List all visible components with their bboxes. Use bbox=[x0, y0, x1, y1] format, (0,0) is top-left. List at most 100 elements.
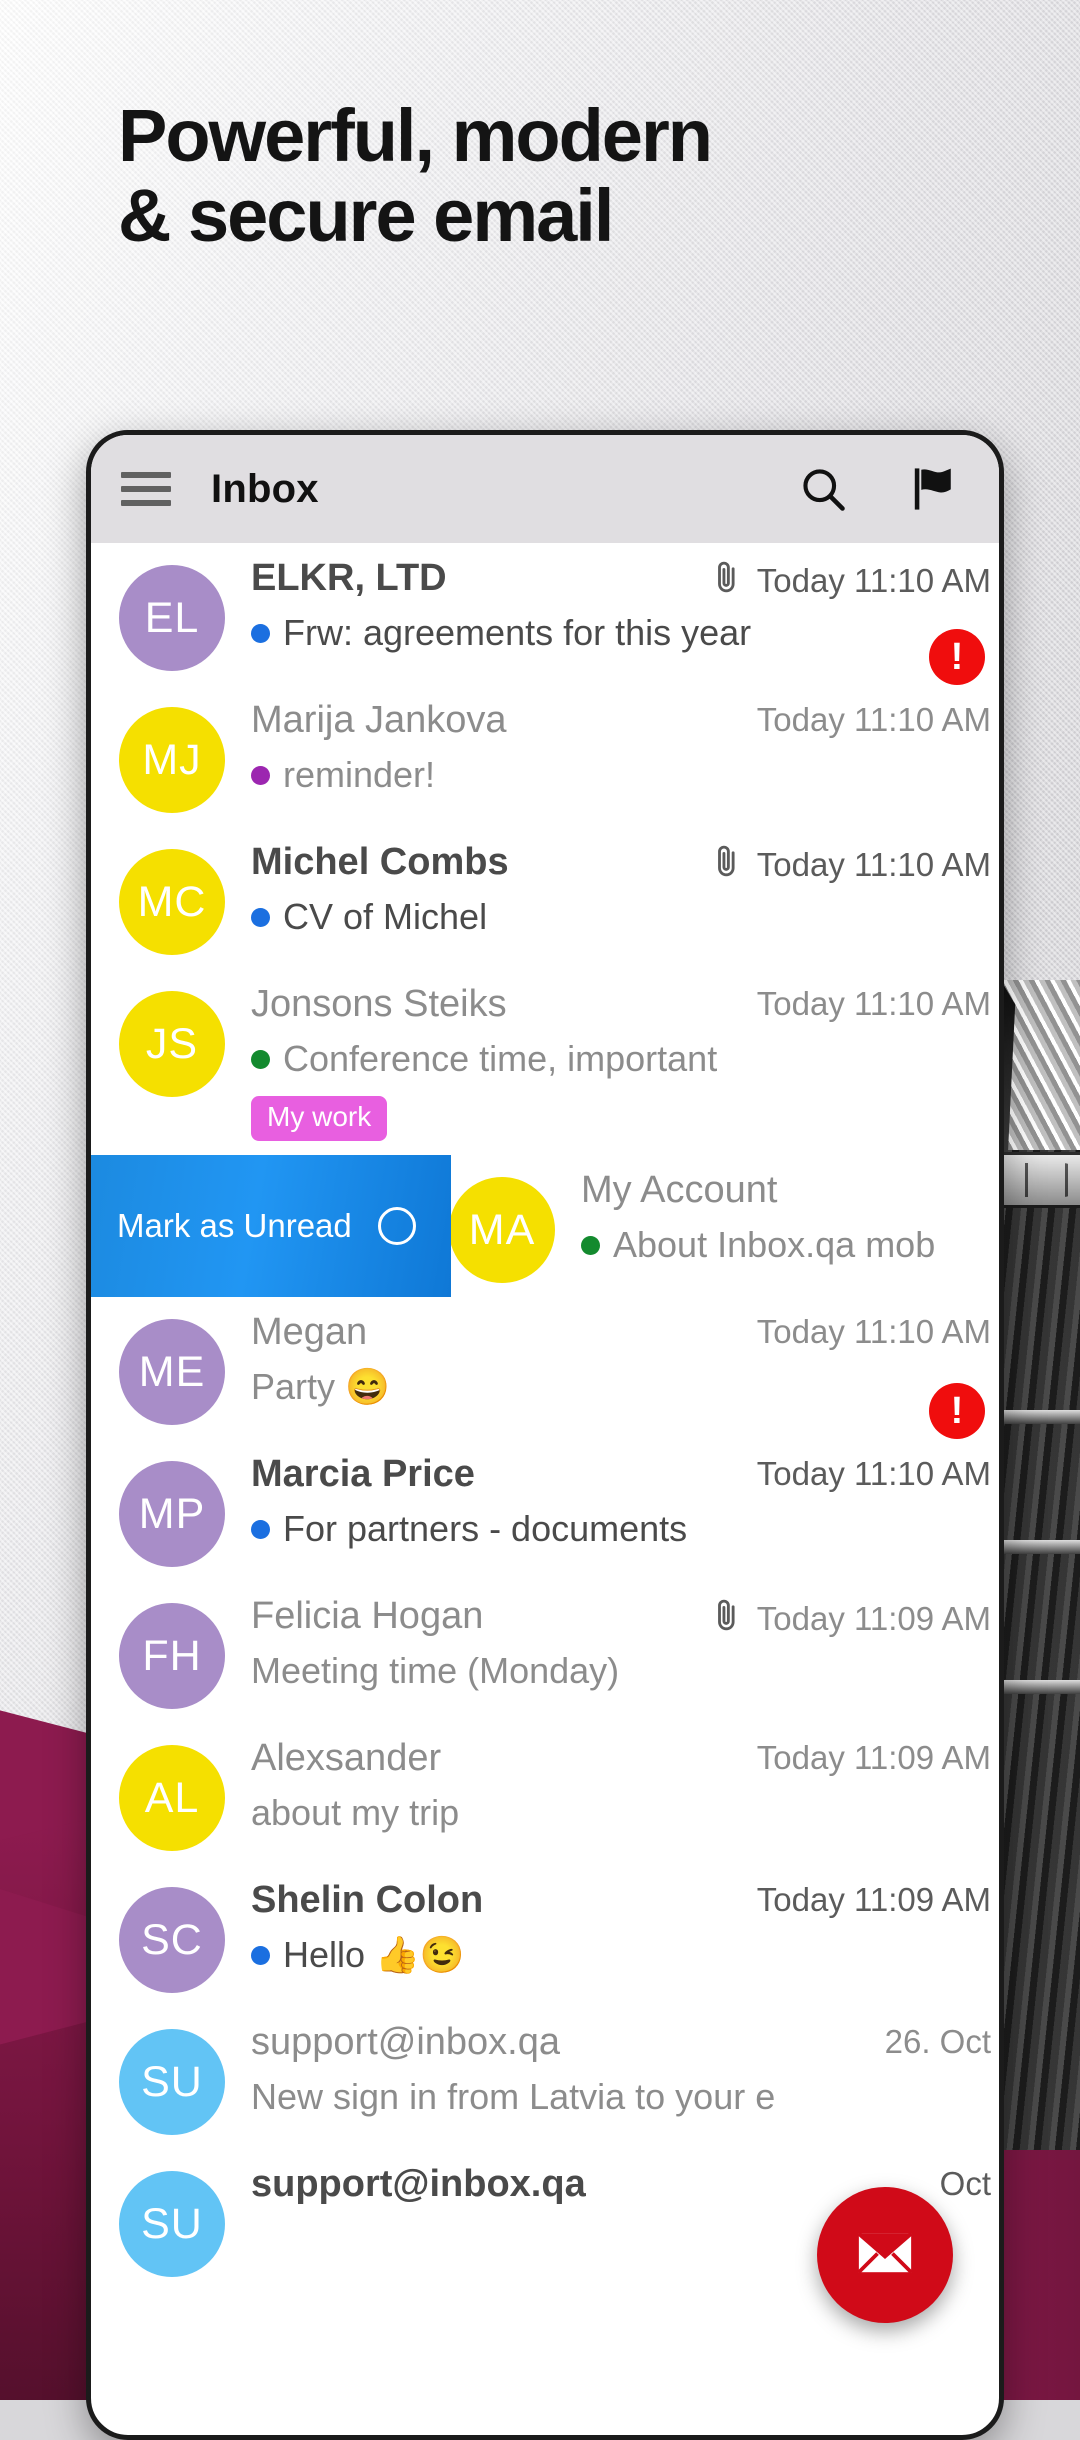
email-header-line: support@inbox.qa bbox=[251, 2021, 985, 2064]
email-meta: Today 11:10 AM bbox=[757, 1313, 991, 1351]
attachment-icon bbox=[707, 843, 745, 886]
phone-mockup: Inbox EL ELKR, LTD Today 11:10 AM Frw: agre… bbox=[86, 430, 1004, 2440]
email-subject: About Inbox.qa mob bbox=[613, 1224, 936, 1265]
email-subject-line: Hello 👍😉 bbox=[251, 1934, 985, 1976]
unread-status-dot bbox=[251, 1049, 270, 1069]
email-meta: Today 11:10 AM bbox=[707, 843, 991, 886]
unread-status-dot bbox=[581, 1235, 600, 1255]
email-timestamp: Oct bbox=[939, 2165, 991, 2202]
email-list-item[interactable]: JS Jonsons Steiks Today 11:10 AM Conference… bbox=[91, 969, 999, 1155]
email-timestamp: Today 11:09 AM bbox=[756, 1599, 991, 1637]
email-timestamp: Today 11:10 AM bbox=[756, 845, 991, 883]
avatar: MA bbox=[449, 1177, 555, 1283]
important-alert-icon: ! bbox=[929, 1383, 985, 1439]
email-list-item[interactable]: MC Michel Combs Today 11:10 AM CV of Michel bbox=[91, 827, 999, 969]
email-subject: Party 😄 bbox=[251, 1366, 390, 1407]
attachment-icon bbox=[707, 1597, 745, 1640]
email-sender: Alexsander bbox=[251, 1737, 442, 1779]
envelope-icon bbox=[853, 2221, 917, 2290]
email-subject-line: CV of Michel bbox=[251, 896, 985, 938]
email-list[interactable]: EL ELKR, LTD Today 11:10 AM Frw: agreements… bbox=[91, 543, 999, 2291]
email-list-item[interactable]: EL ELKR, LTD Today 11:10 AM Frw: agreements… bbox=[91, 543, 999, 685]
avatar: EL bbox=[119, 565, 225, 671]
email-timestamp: 26. Oct bbox=[884, 2023, 991, 2060]
email-list-item[interactable]: MP Marcia Price Today 11:10 AM For partners… bbox=[91, 1439, 999, 1581]
avatar: SU bbox=[119, 2171, 225, 2277]
email-subject: reminder! bbox=[283, 754, 436, 795]
email-subject: Hello 👍😉 bbox=[283, 1934, 465, 1975]
email-sender: My Account bbox=[581, 1169, 778, 1211]
avatar: AL bbox=[119, 1745, 225, 1851]
email-sender: Jonsons Steiks bbox=[251, 983, 507, 1025]
email-subject-line: about my trip bbox=[251, 1792, 985, 1834]
avatar: MP bbox=[119, 1461, 225, 1567]
toolbar-title: Inbox bbox=[211, 466, 319, 511]
email-timestamp: Today 11:10 AM bbox=[756, 701, 991, 738]
email-meta: Today 11:10 AM bbox=[757, 701, 991, 739]
email-subject: Frw: agreements for this year bbox=[283, 612, 752, 653]
email-list-item[interactable]: Mark as Unread MA My Account About Inbox.qa… bbox=[91, 1155, 999, 1297]
email-list-item[interactable]: AL Alexsander Today 11:09 AM about my trip bbox=[91, 1723, 999, 1865]
avatar: SU bbox=[119, 2029, 225, 2135]
email-meta: Oct bbox=[940, 2165, 991, 2203]
email-sender: Marcia Price bbox=[251, 1453, 475, 1495]
flag-icon[interactable] bbox=[901, 457, 965, 521]
circle-outline-icon bbox=[377, 1207, 416, 1245]
email-sender: Megan bbox=[251, 1311, 368, 1353]
email-subject-line: For partners - documents bbox=[251, 1508, 985, 1550]
email-list-item[interactable]: SC Shelin Colon Today 11:09 AM Hello 👍😉 bbox=[91, 1865, 999, 2007]
hamburger-menu-icon[interactable] bbox=[121, 464, 171, 514]
email-subject-line: New sign in from Latvia to your e bbox=[251, 2076, 985, 2118]
email-sender: ELKR, LTD bbox=[251, 557, 447, 599]
email-timestamp: Today 11:09 AM bbox=[756, 1881, 991, 1918]
email-subject-line: Frw: agreements for this year bbox=[251, 612, 985, 654]
search-icon[interactable] bbox=[791, 457, 855, 521]
email-list-item[interactable]: SU support@inbox.qa 26. Oct New sign in fro… bbox=[91, 2007, 999, 2149]
email-meta: Today 11:09 AM bbox=[757, 1739, 991, 1777]
email-list-item[interactable]: ME Megan Today 11:10 AM Party 😄! bbox=[91, 1297, 999, 1439]
attachment-icon bbox=[707, 559, 745, 602]
email-row-body: My Account About Inbox.qa mob bbox=[555, 1169, 999, 1283]
unread-status-dot bbox=[251, 1519, 270, 1539]
email-subject: Conference time, important bbox=[283, 1038, 718, 1079]
email-sender: support@inbox.qa bbox=[251, 2163, 586, 2205]
avatar: JS bbox=[119, 991, 225, 1097]
email-subject-line: About Inbox.qa mob bbox=[581, 1224, 985, 1266]
email-timestamp: Today 11:10 AM bbox=[756, 985, 991, 1022]
email-timestamp: Today 11:10 AM bbox=[756, 561, 991, 599]
important-alert-icon: ! bbox=[929, 629, 985, 685]
email-header-line: My Account bbox=[581, 1169, 985, 1212]
app-toolbar: Inbox bbox=[91, 435, 999, 543]
compose-button[interactable] bbox=[817, 2187, 953, 2323]
email-timestamp: Today 11:09 AM bbox=[756, 1739, 991, 1776]
email-row-body: Michel Combs Today 11:10 AM CV of Michel bbox=[225, 841, 999, 955]
email-row-body: Jonsons Steiks Today 11:10 AM Conference t… bbox=[225, 983, 999, 1141]
unread-status-dot bbox=[251, 765, 270, 785]
email-subject: Meeting time (Monday) bbox=[251, 1650, 620, 1691]
email-meta: Today 11:10 AM bbox=[757, 985, 991, 1023]
email-row-body: ELKR, LTD Today 11:10 AM Frw: agreements f… bbox=[225, 557, 999, 685]
email-subject-line: Meeting time (Monday) bbox=[251, 1650, 985, 1692]
avatar: MJ bbox=[119, 707, 225, 813]
email-sender: Marija Jankova bbox=[251, 699, 507, 741]
email-row-body: Megan Today 11:10 AM Party 😄! bbox=[225, 1311, 999, 1439]
email-sender: support@inbox.qa bbox=[251, 2021, 560, 2063]
email-subject: New sign in from Latvia to your e bbox=[251, 2076, 776, 2117]
email-subject: about my trip bbox=[251, 1792, 460, 1833]
email-list-item[interactable]: MJ Marija Jankova Today 11:10 AM reminder! bbox=[91, 685, 999, 827]
email-sender: Felicia Hogan bbox=[251, 1595, 484, 1637]
headline-line-2: & secure email bbox=[118, 173, 614, 257]
unread-status-dot bbox=[251, 907, 270, 927]
swipe-action-mark-unread[interactable]: Mark as Unread bbox=[91, 1155, 451, 1297]
email-row-body: Marcia Price Today 11:10 AM For partners -… bbox=[225, 1453, 999, 1567]
email-label-tag[interactable]: My work bbox=[251, 1096, 388, 1141]
avatar: FH bbox=[119, 1603, 225, 1709]
email-list-item[interactable]: FH Felicia Hogan Today 11:09 AM Meeting tim… bbox=[91, 1581, 999, 1723]
email-timestamp: Today 11:10 AM bbox=[756, 1313, 991, 1350]
email-timestamp: Today 11:10 AM bbox=[756, 1455, 991, 1492]
email-sender: Michel Combs bbox=[251, 841, 509, 883]
email-row-body: Alexsander Today 11:09 AM about my trip bbox=[225, 1737, 999, 1851]
email-row-body: Felicia Hogan Today 11:09 AM Meeting time … bbox=[225, 1595, 999, 1709]
avatar: MC bbox=[119, 849, 225, 955]
email-meta: Today 11:09 AM bbox=[707, 1597, 991, 1640]
